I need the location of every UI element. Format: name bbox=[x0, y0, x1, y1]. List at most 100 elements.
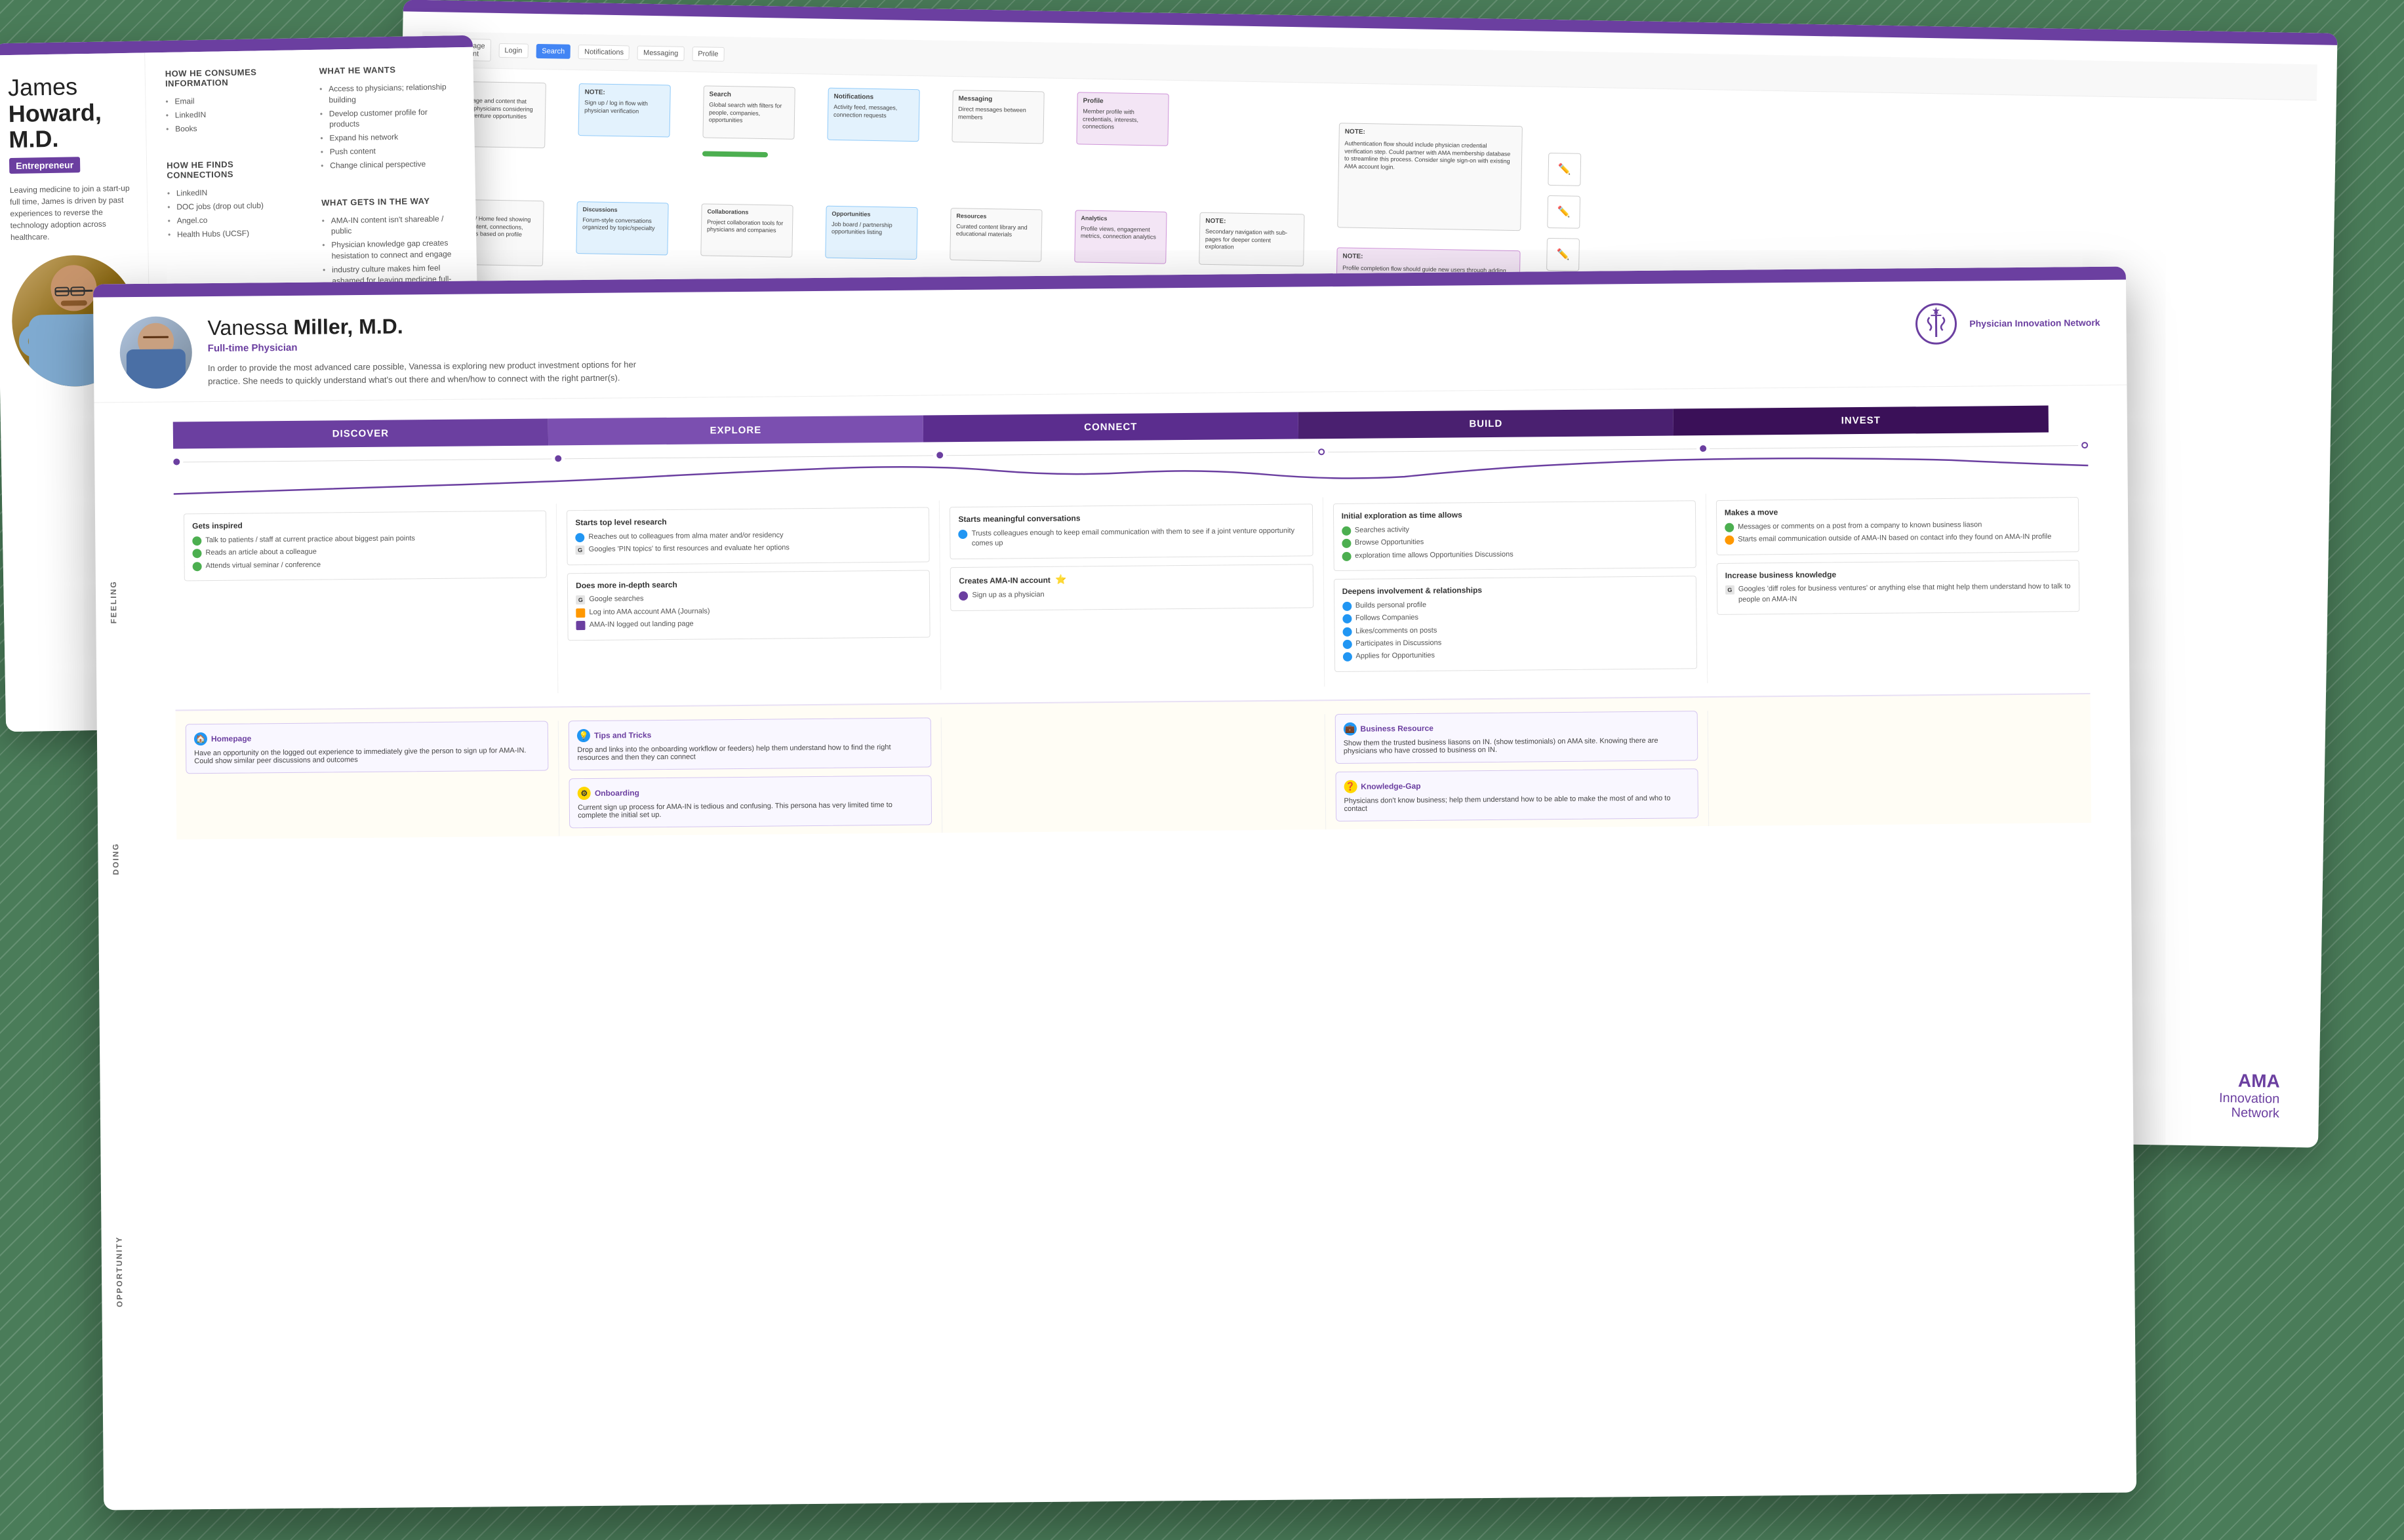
top-research-title: Starts top level research bbox=[575, 515, 921, 528]
initial-item-1: Searches activity bbox=[1342, 523, 1687, 536]
phase-connect: CONNECT bbox=[923, 412, 1298, 443]
wf-box-5: Messaging Direct messages between member… bbox=[952, 90, 1044, 144]
wf-box-3: Search Global search with filters for pe… bbox=[702, 85, 795, 139]
build-initial-card: Initial exploration as time allows Searc… bbox=[1333, 500, 1696, 571]
wf-box-9: Collaborations Project collaboration too… bbox=[700, 203, 793, 257]
wf-box-10: Opportunities Job board / partnership op… bbox=[825, 206, 917, 260]
vanessa-last-name: Miller, M.D. bbox=[293, 314, 403, 338]
feeling-label: FEELING bbox=[109, 580, 119, 623]
biz-resource-title: Business Resource bbox=[1360, 723, 1433, 733]
wf-box-23: NOTE: Authentication flow should include… bbox=[1337, 123, 1523, 231]
discover-inspired-card: Gets inspired Talk to patients / staff a… bbox=[184, 511, 547, 582]
opportunity-section: 🏠 Homepage Have an opportunity on the lo… bbox=[176, 693, 2092, 839]
vanessa-first-name: Vanessa bbox=[207, 315, 287, 340]
inspired-item-2: Reads an article about a colleague bbox=[192, 545, 538, 559]
indepth-title: Does more in-depth search bbox=[576, 577, 921, 591]
wf-box-6: Profile Member profile with credentials,… bbox=[1076, 92, 1169, 146]
finds-title: HOW HE FINDS CONNECTIONS bbox=[167, 146, 302, 181]
wf-box-12: Analytics Profile views, engagement metr… bbox=[1074, 210, 1167, 264]
deepens-item-3: Likes/comments on posts bbox=[1342, 623, 1688, 637]
onboarding-title: Onboarding bbox=[595, 788, 639, 798]
knowledge-gap-title: Knowledge-Gap bbox=[1361, 781, 1420, 791]
homepage-opp-icon: 🏠 bbox=[194, 732, 207, 745]
vanessa-info: Vanessa Miller, M.D. Full-time Physician… bbox=[207, 300, 2100, 387]
wants-item: Access to physicians; relationship build… bbox=[319, 80, 454, 107]
knowledge-gap-icon: ❓ bbox=[1344, 780, 1357, 793]
nav-messaging[interactable]: Messaging bbox=[637, 46, 685, 61]
finds-list: LinkedIN DOC jobs (drop out club) Angel.… bbox=[167, 185, 302, 242]
consumes-title: HOW HE CONSUMES INFORMATION bbox=[165, 66, 300, 89]
phase-invest: INVEST bbox=[1673, 406, 2049, 436]
finds-item: Health Hubs (UCSF) bbox=[168, 226, 302, 241]
wf-box-8: Discussions Forum-style conversations or… bbox=[576, 201, 668, 255]
discover-column: Gets inspired Talk to patients / staff a… bbox=[174, 503, 559, 696]
invest-column: Makes a move Messages or comments on a p… bbox=[1706, 490, 2091, 683]
james-description: Leaving medicine to join a start-up full… bbox=[10, 182, 135, 243]
homepage-opp: 🏠 Homepage Have an opportunity on the lo… bbox=[186, 721, 549, 774]
invest-move-card: Makes a move Messages or comments on a p… bbox=[1716, 497, 2079, 555]
wants-title: WHAT HE WANTS bbox=[319, 64, 454, 76]
james-first-name: James bbox=[8, 73, 78, 101]
consumes-list: Email LinkedIN Books bbox=[165, 92, 300, 136]
explore-top-card: Starts top level research Reaches out to… bbox=[567, 507, 930, 564]
explore-opportunity: 💡 Tips and Tricks Drop and links into th… bbox=[559, 717, 943, 836]
invest-biz-card: Increase business knowledge G Googles 'd… bbox=[1717, 560, 2080, 615]
knowledge-gap-desc: Physicians don't know business; help the… bbox=[1344, 794, 1689, 813]
tips-opp-icon: 💡 bbox=[577, 729, 590, 742]
gets-item: AMA-IN content isn't shareable / public bbox=[322, 212, 457, 239]
wants-list: Access to physicians; relationship build… bbox=[319, 80, 455, 172]
initial-exploration-title: Initial exploration as time allows bbox=[1342, 507, 1687, 521]
vanessa-miller-card: Vanessa Miller, M.D. Full-time Physician… bbox=[93, 267, 2136, 1510]
vanessa-photo bbox=[119, 316, 192, 389]
vanessa-description: In order to provide the most advanced ca… bbox=[208, 358, 667, 387]
biz-resource-desc: Show them the trusted business liasons o… bbox=[1344, 736, 1689, 755]
james-role-badge: Entrepreneur bbox=[9, 157, 80, 174]
phase-build: BUILD bbox=[1298, 409, 1673, 439]
ama-logo-area: AMA InnovationNetwork bbox=[2218, 1070, 2280, 1121]
phase-explore: EXPLORE bbox=[548, 416, 923, 446]
indepth-item-2: Log into AMA account AMA (Journals) bbox=[576, 604, 921, 618]
biz-resource-icon: 💼 bbox=[1343, 722, 1356, 735]
james-last-name: Howard, M.D. bbox=[8, 98, 102, 153]
inspired-title: Gets inspired bbox=[192, 518, 538, 532]
doing-label: DOING bbox=[111, 842, 120, 875]
onboarding-opp-icon: ⚙ bbox=[578, 787, 591, 800]
wf-box-2: NOTE: Sign up / log in flow with physici… bbox=[578, 83, 670, 137]
wants-item: Change clinical perspective bbox=[321, 157, 455, 172]
pin-icon bbox=[1913, 301, 1959, 347]
consumes-item: Books bbox=[166, 120, 300, 136]
biz-knowledge-title: Increase business knowledge bbox=[1725, 567, 2071, 581]
initial-item-2: Browse Opportunities bbox=[1342, 536, 1687, 549]
deepens-title: Deepens involvement & relationships bbox=[1342, 583, 1688, 597]
nav-search[interactable]: Search bbox=[536, 44, 571, 59]
conversations-title: Starts meaningful conversations bbox=[958, 511, 1304, 524]
tips-desc: Drop and links into the onboarding workf… bbox=[577, 743, 923, 762]
pin-network-name: Physician Innovation Network bbox=[1969, 317, 2100, 330]
invest-opportunity bbox=[1708, 707, 2091, 826]
ama-logo-text: AMA bbox=[2219, 1070, 2280, 1092]
onboarding-desc: Current sign up process for AMA-IN is te… bbox=[578, 800, 923, 819]
gets-title: WHAT GETS IN THE WAY bbox=[321, 182, 456, 208]
move-title: Makes a move bbox=[1725, 504, 2070, 518]
wf-box-11: Resources Curated content library and ed… bbox=[950, 208, 1042, 262]
knowledge-gap-opp: ❓ Knowledge-Gap Physicians don't know bu… bbox=[1335, 768, 1698, 821]
nav-notifications[interactable]: Notifications bbox=[578, 45, 630, 60]
journey-columns: Gets inspired Talk to patients / staff a… bbox=[174, 490, 2090, 696]
discover-opportunity: 🏠 Homepage Have an opportunity on the lo… bbox=[176, 721, 560, 839]
top-research-item-1: Reaches out to colleagues from alma mate… bbox=[575, 529, 921, 542]
biz-resource-opp: 💼 Business Resource Show them the truste… bbox=[1334, 711, 1698, 764]
explore-indepth-card: Does more in-depth search G Google searc… bbox=[567, 570, 931, 641]
wants-item: Develop customer profile for products bbox=[320, 105, 455, 132]
homepage-title: Homepage bbox=[211, 734, 251, 743]
indepth-item-1: G Google searches bbox=[576, 592, 921, 605]
wf-box-4: Notifications Activity feed, messages, c… bbox=[827, 88, 919, 142]
tips-opp: 💡 Tips and Tricks Drop and links into th… bbox=[569, 717, 932, 770]
nav-profile[interactable]: Profile bbox=[692, 47, 725, 62]
biz-item-1: G Googles 'diff roles for business ventu… bbox=[1725, 582, 2071, 605]
connect-account-card: Creates AMA-IN account ⭐ Sign up as a ph… bbox=[950, 564, 1313, 611]
homepage-desc: Have an opportunity on the logged out ex… bbox=[194, 746, 540, 765]
inspired-item-3: Attends virtual seminar / conference bbox=[193, 558, 538, 571]
nav-login[interactable]: Login bbox=[498, 43, 528, 58]
gets-item: Physician knowledge gap creates hesistat… bbox=[322, 236, 457, 263]
indepth-item-3: AMA-IN logged out landing page bbox=[576, 618, 922, 631]
